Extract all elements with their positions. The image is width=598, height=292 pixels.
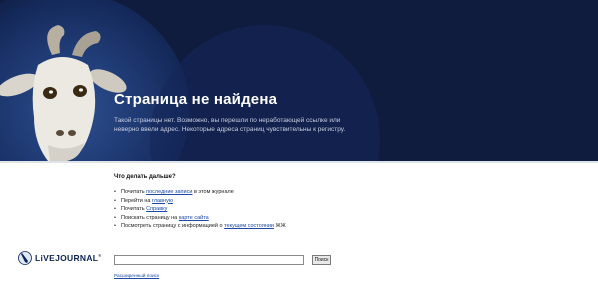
list-item: • Почитать Справку bbox=[114, 205, 414, 214]
page-title: Страница не найдена bbox=[114, 91, 278, 108]
error-description: Такой страницы нет. Возможно, вы перешли… bbox=[114, 117, 346, 133]
list-item-text: в этом журнале bbox=[192, 189, 234, 195]
help-link[interactable]: Справку bbox=[146, 206, 167, 212]
logo-registered-mark: ® bbox=[98, 253, 102, 258]
bullet-icon: • bbox=[114, 214, 116, 221]
list-item: • Посмотреть страницу с информацией о тек… bbox=[114, 222, 414, 231]
list-item: • Почитать последние записи в этом журнал… bbox=[114, 188, 414, 197]
divider bbox=[0, 161, 598, 163]
advanced-search-link[interactable]: Расширенный поиск bbox=[114, 274, 159, 279]
logo-wordmark: LiVEJOURNAL bbox=[35, 253, 99, 263]
recent-entries-link[interactable]: последние записи bbox=[146, 189, 192, 195]
list-item: • Поискать страницу на карте сайта bbox=[114, 214, 414, 223]
error-banner: Страница не найдена Такой страницы нет. … bbox=[0, 0, 598, 161]
next-steps-list: • Почитать последние записи в этом журнал… bbox=[114, 188, 414, 231]
site-map-link[interactable]: карте сайта bbox=[179, 215, 209, 221]
bullet-icon: • bbox=[114, 206, 116, 213]
next-steps-heading: Что делать дальше? bbox=[114, 174, 176, 180]
list-item-text: Почитать bbox=[121, 189, 147, 195]
home-link[interactable]: главную bbox=[152, 198, 173, 204]
search-input[interactable] bbox=[114, 255, 304, 265]
list-item: • Перейти на главную bbox=[114, 197, 414, 206]
livejournal-pencil-icon bbox=[18, 251, 32, 265]
list-item-text: ЖЖ bbox=[274, 223, 286, 230]
livejournal-logo[interactable]: LiVEJOURNAL® bbox=[18, 248, 102, 268]
list-item-text: Посмотреть страницу с информацией о bbox=[121, 223, 225, 230]
status-link[interactable]: текущем состоянии bbox=[224, 223, 274, 229]
goat-icon bbox=[0, 25, 127, 161]
list-item-text: Перейти на bbox=[121, 197, 152, 204]
next-steps: Что делать дальше? • Почитать последние з… bbox=[114, 174, 414, 231]
list-item-text: Почитать bbox=[121, 206, 147, 213]
logo-text: LiVEJOURNAL® bbox=[35, 253, 102, 263]
bullet-icon: • bbox=[114, 197, 116, 204]
search-button[interactable]: Поиск bbox=[312, 255, 331, 265]
bullet-icon: • bbox=[114, 223, 116, 230]
bullet-icon: • bbox=[114, 189, 116, 195]
list-item-text: Поискать страницу на bbox=[121, 214, 179, 221]
